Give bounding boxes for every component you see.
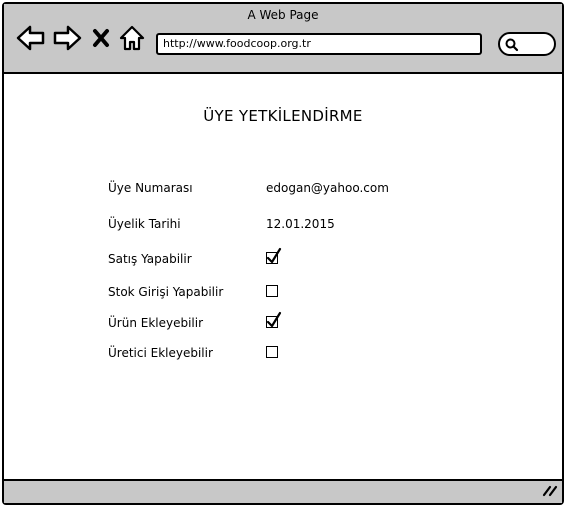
window-title: A Web Page [247,8,319,22]
search-icon [505,38,519,52]
permission-checkbox-sales[interactable] [266,247,282,264]
member-number-label: Üye Numarası [108,181,193,195]
membership-date-value: 12.01.2015 [266,217,335,231]
close-icon[interactable] [92,28,110,52]
permission-checkbox-add-producer[interactable] [266,346,278,358]
permission-checkbox-add-product[interactable] [266,311,282,328]
member-number-value: edogan@yahoo.com [266,181,389,195]
permission-checkbox-stock-entry[interactable] [266,285,278,297]
browser-window: A Web Page http://www.foodcoop.org.tr ÜY… [2,2,564,505]
page-title: ÜYE YETKİLENDİRME [203,107,363,125]
status-bar [4,479,562,503]
forward-arrow-icon[interactable] [52,24,82,56]
membership-date-label: Üyelik Tarihi [108,217,181,231]
browser-toolbar: A Web Page http://www.foodcoop.org.tr [4,4,562,74]
permission-label-add-product: Ürün Ekleyebilir [108,316,204,330]
checkmark-icon [266,311,282,328]
home-icon[interactable] [118,24,146,56]
checkmark-icon [266,247,282,264]
url-field[interactable]: http://www.foodcoop.org.tr [156,33,482,55]
back-arrow-icon[interactable] [16,24,46,56]
permission-label-add-producer: Üretici Ekleyebilir [108,346,213,360]
search-field[interactable] [498,32,556,56]
permission-label-stock-entry: Stok Girişi Yapabilir [108,285,224,299]
resize-grip-icon[interactable] [540,482,558,501]
permission-label-sales: Satış Yapabilir [108,252,192,266]
